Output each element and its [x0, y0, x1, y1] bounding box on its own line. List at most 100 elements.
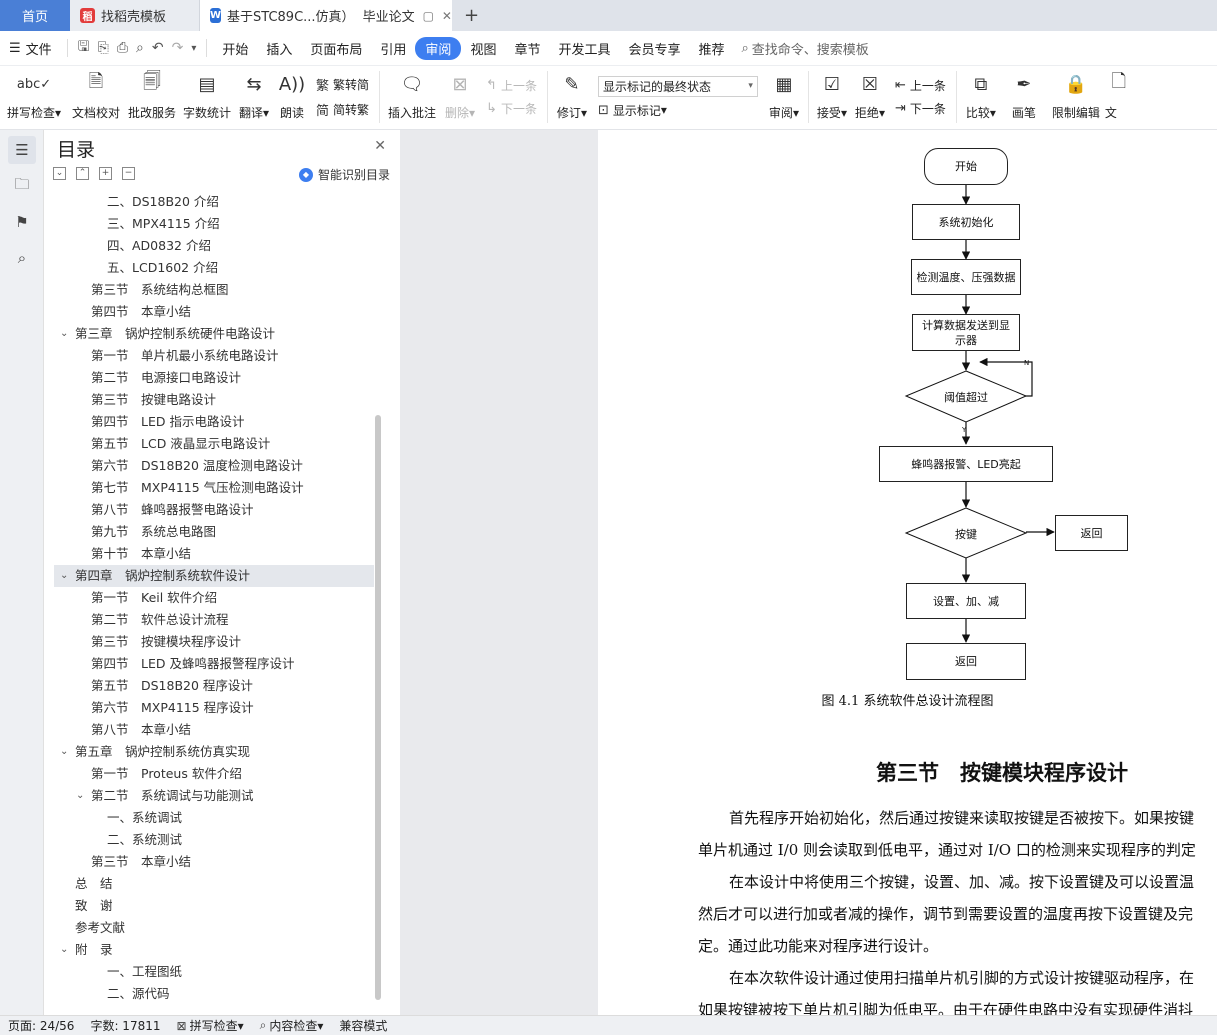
toc-item[interactable]: 第一节 单片机最小系统电路设计	[54, 345, 374, 367]
toc-item[interactable]: ⌄ 第二节 系统调试与功能测试	[54, 785, 374, 807]
toc-item[interactable]: ⌄ 第三章 锅炉控制系统硬件电路设计	[54, 323, 374, 345]
chevron-down-icon[interactable]: ⌄	[60, 741, 68, 763]
menu-item-member[interactable]: 会员专享	[619, 39, 689, 58]
toc-item[interactable]: 二、系统测试	[54, 829, 374, 851]
translate-button[interactable]: ⇆ 翻译▾	[234, 66, 274, 128]
compare-button[interactable]: ⧉ 比较▾	[961, 66, 1001, 128]
toc-item[interactable]: 第二节 电源接口电路设计	[54, 367, 374, 389]
review-pane-button[interactable]: ▦ 审阅▾	[764, 66, 804, 128]
chevron-down-icon[interactable]: ⌄	[76, 785, 84, 807]
toc-item[interactable]: 第八节 本章小结	[54, 719, 374, 741]
command-search-box[interactable]: ⌕ 查找命令、搜索模板	[742, 39, 869, 58]
word-count-button[interactable]: ▤ 字数统计	[180, 66, 234, 128]
word-count-indicator[interactable]: 字数: 17811	[82, 1017, 168, 1034]
tab-monitor-icon[interactable]: ▢	[423, 9, 434, 23]
chapter-nav-icon[interactable]: 🗀	[8, 172, 36, 200]
track-changes-button[interactable]: ✎ 修订▾	[552, 66, 592, 128]
content-check-toggle[interactable]: ⌕ 内容检查 ▾	[252, 1017, 332, 1034]
delete-comment-button[interactable]: ⊠ 删除▾	[440, 66, 480, 128]
toc-item[interactable]: 致 谢	[54, 895, 374, 917]
accept-change-button[interactable]: ☑ 接受▾	[813, 66, 851, 128]
show-markup-button[interactable]: ⊡ 显示标记 ▾	[598, 102, 758, 119]
tab-home[interactable]: 首页	[0, 0, 70, 31]
smart-toc-button[interactable]: ◆ 智能识别目录	[298, 166, 390, 183]
expand-all-icon[interactable]: +	[99, 167, 112, 180]
toc-item[interactable]: 第三节 系统结构总框图	[54, 279, 374, 301]
tab-close-icon[interactable]: ✕	[442, 9, 452, 23]
pen-button[interactable]: ✒ 画笔	[1001, 66, 1047, 128]
toc-item[interactable]: 第四节 LED 指示电路设计	[54, 411, 374, 433]
menu-item-review[interactable]: 审阅	[415, 36, 462, 60]
toc-item[interactable]: 第九节 系统总电路图	[54, 521, 374, 543]
bookmark-icon[interactable]: ⚑	[8, 208, 36, 236]
toc-item[interactable]: 二、DS18B20 介绍	[54, 191, 374, 213]
menu-item-view[interactable]: 视图	[461, 39, 505, 58]
document-page[interactable]: 开始 系统初始化 检测温度、压强数据 计算数据发送到显示器 阈值超过 N Y 蜂…	[598, 130, 1217, 1015]
toc-item[interactable]: 第二节 软件总设计流程	[54, 609, 374, 631]
chevron-down-icon[interactable]: ⌄	[60, 939, 68, 961]
next-change-button[interactable]: ⇥ 下一条	[895, 100, 946, 117]
toc-item[interactable]: 第三节 按键模块程序设计	[54, 631, 374, 653]
undo-icon[interactable]: ↶	[148, 40, 168, 56]
collapse-level-icon[interactable]: ⌄	[53, 167, 66, 180]
chevron-down-icon[interactable]: ⌄	[60, 323, 68, 345]
toc-item[interactable]: 第三节 按键电路设计	[54, 389, 374, 411]
toc-item[interactable]: 第六节 DS18B20 温度检测电路设计	[54, 455, 374, 477]
previous-comment-button[interactable]: ↰ 上一条	[486, 77, 537, 94]
toc-item[interactable]: 第一节 Proteus 软件介绍	[54, 763, 374, 785]
toc-item[interactable]: 第三节 本章小结	[54, 851, 374, 873]
toc-scrollbar[interactable]	[375, 415, 381, 1000]
menu-item-developer[interactable]: 开发工具	[549, 39, 619, 58]
toc-item[interactable]: ⌄ 第五章 锅炉控制系统仿真实现	[54, 741, 374, 763]
toc-item[interactable]: 一、系统调试	[54, 807, 374, 829]
new-tab-button[interactable]: +	[452, 0, 491, 31]
expand-level-icon[interactable]: ⌃	[76, 167, 89, 180]
menu-item-references[interactable]: 引用	[371, 39, 415, 58]
toc-item[interactable]: 参考文献	[54, 917, 374, 939]
save-icon[interactable]: 🖫	[74, 36, 94, 60]
menu-item-home[interactable]: 开始	[213, 39, 257, 58]
print-icon[interactable]: ⎙	[113, 40, 132, 56]
toc-item[interactable]: ⌄ 第四章 锅炉控制系统软件设计	[54, 565, 374, 587]
quick-access-chevron-icon[interactable]: ▾	[187, 43, 200, 54]
redo-icon[interactable]: ↷	[168, 40, 188, 56]
toc-item[interactable]: 四、AD0832 介绍	[54, 235, 374, 257]
page-indicator[interactable]: 页面: 24/56	[0, 1017, 82, 1034]
toc-item[interactable]: 第一节 Keil 软件介绍	[54, 587, 374, 609]
menu-item-chapter[interactable]: 章节	[505, 39, 549, 58]
menu-item-page-layout[interactable]: 页面布局	[301, 39, 371, 58]
spell-check-button[interactable]: abc✓ 拼写检查▾	[0, 66, 68, 128]
previous-change-button[interactable]: ⇤ 上一条	[895, 77, 946, 94]
restrict-editing-button[interactable]: 🔒 限制编辑	[1047, 66, 1105, 128]
document-rights-button[interactable]: 🗋 文	[1105, 66, 1135, 128]
markup-state-select[interactable]: 显示标记的最终状态 ▾	[597, 75, 758, 97]
insert-comment-button[interactable]: 🗨 插入批注	[384, 66, 440, 128]
toc-item[interactable]: 五、LCD1602 介绍	[54, 257, 374, 279]
toc-item[interactable]: 第六节 MXP4115 程序设计	[54, 697, 374, 719]
reject-change-button[interactable]: ☒ 拒绝▾	[851, 66, 889, 128]
menu-item-insert[interactable]: 插入	[257, 39, 301, 58]
batch-service-button[interactable]: 🗐 批改服务	[124, 66, 180, 128]
trad-to-simp-button[interactable]: 繁繁转简	[316, 75, 369, 94]
toc-item[interactable]: 第四节 LED 及蜂鸣器报警程序设计	[54, 653, 374, 675]
toc-item[interactable]: 第四节 本章小结	[54, 301, 374, 323]
toc-item[interactable]: 第五节 DS18B20 程序设计	[54, 675, 374, 697]
file-menu-button[interactable]: ☰ 文件	[0, 39, 61, 58]
document-proofread-button[interactable]: 🗎 文档校对	[68, 66, 124, 128]
toc-item[interactable]: 第七节 MXP4115 气压检测电路设计	[54, 477, 374, 499]
toc-item[interactable]: 第八节 蜂鸣器报警电路设计	[54, 499, 374, 521]
tab-docer-templates[interactable]: 稻 找稻壳模板	[70, 0, 200, 31]
chevron-down-icon[interactable]: ⌄	[60, 565, 68, 587]
read-aloud-button[interactable]: A)) 朗读	[274, 66, 310, 128]
toc-item[interactable]: 第十节 本章小结	[54, 543, 374, 565]
search-icon[interactable]: ⌕	[8, 244, 36, 272]
toc-item[interactable]: 一、工程图纸	[54, 961, 374, 983]
toc-panel-icon[interactable]: ☰	[8, 136, 36, 164]
toc-item[interactable]: 二、源代码	[54, 983, 374, 1005]
collapse-all-icon[interactable]: −	[122, 167, 135, 180]
close-icon[interactable]: ✕	[374, 138, 386, 154]
toc-item[interactable]: 三、MPX4115 介绍	[54, 213, 374, 235]
toc-item[interactable]: ⌄ 附 录	[54, 939, 374, 961]
menu-item-recommend[interactable]: 推荐	[690, 39, 734, 58]
print-preview-icon[interactable]: ⌕	[132, 40, 148, 56]
